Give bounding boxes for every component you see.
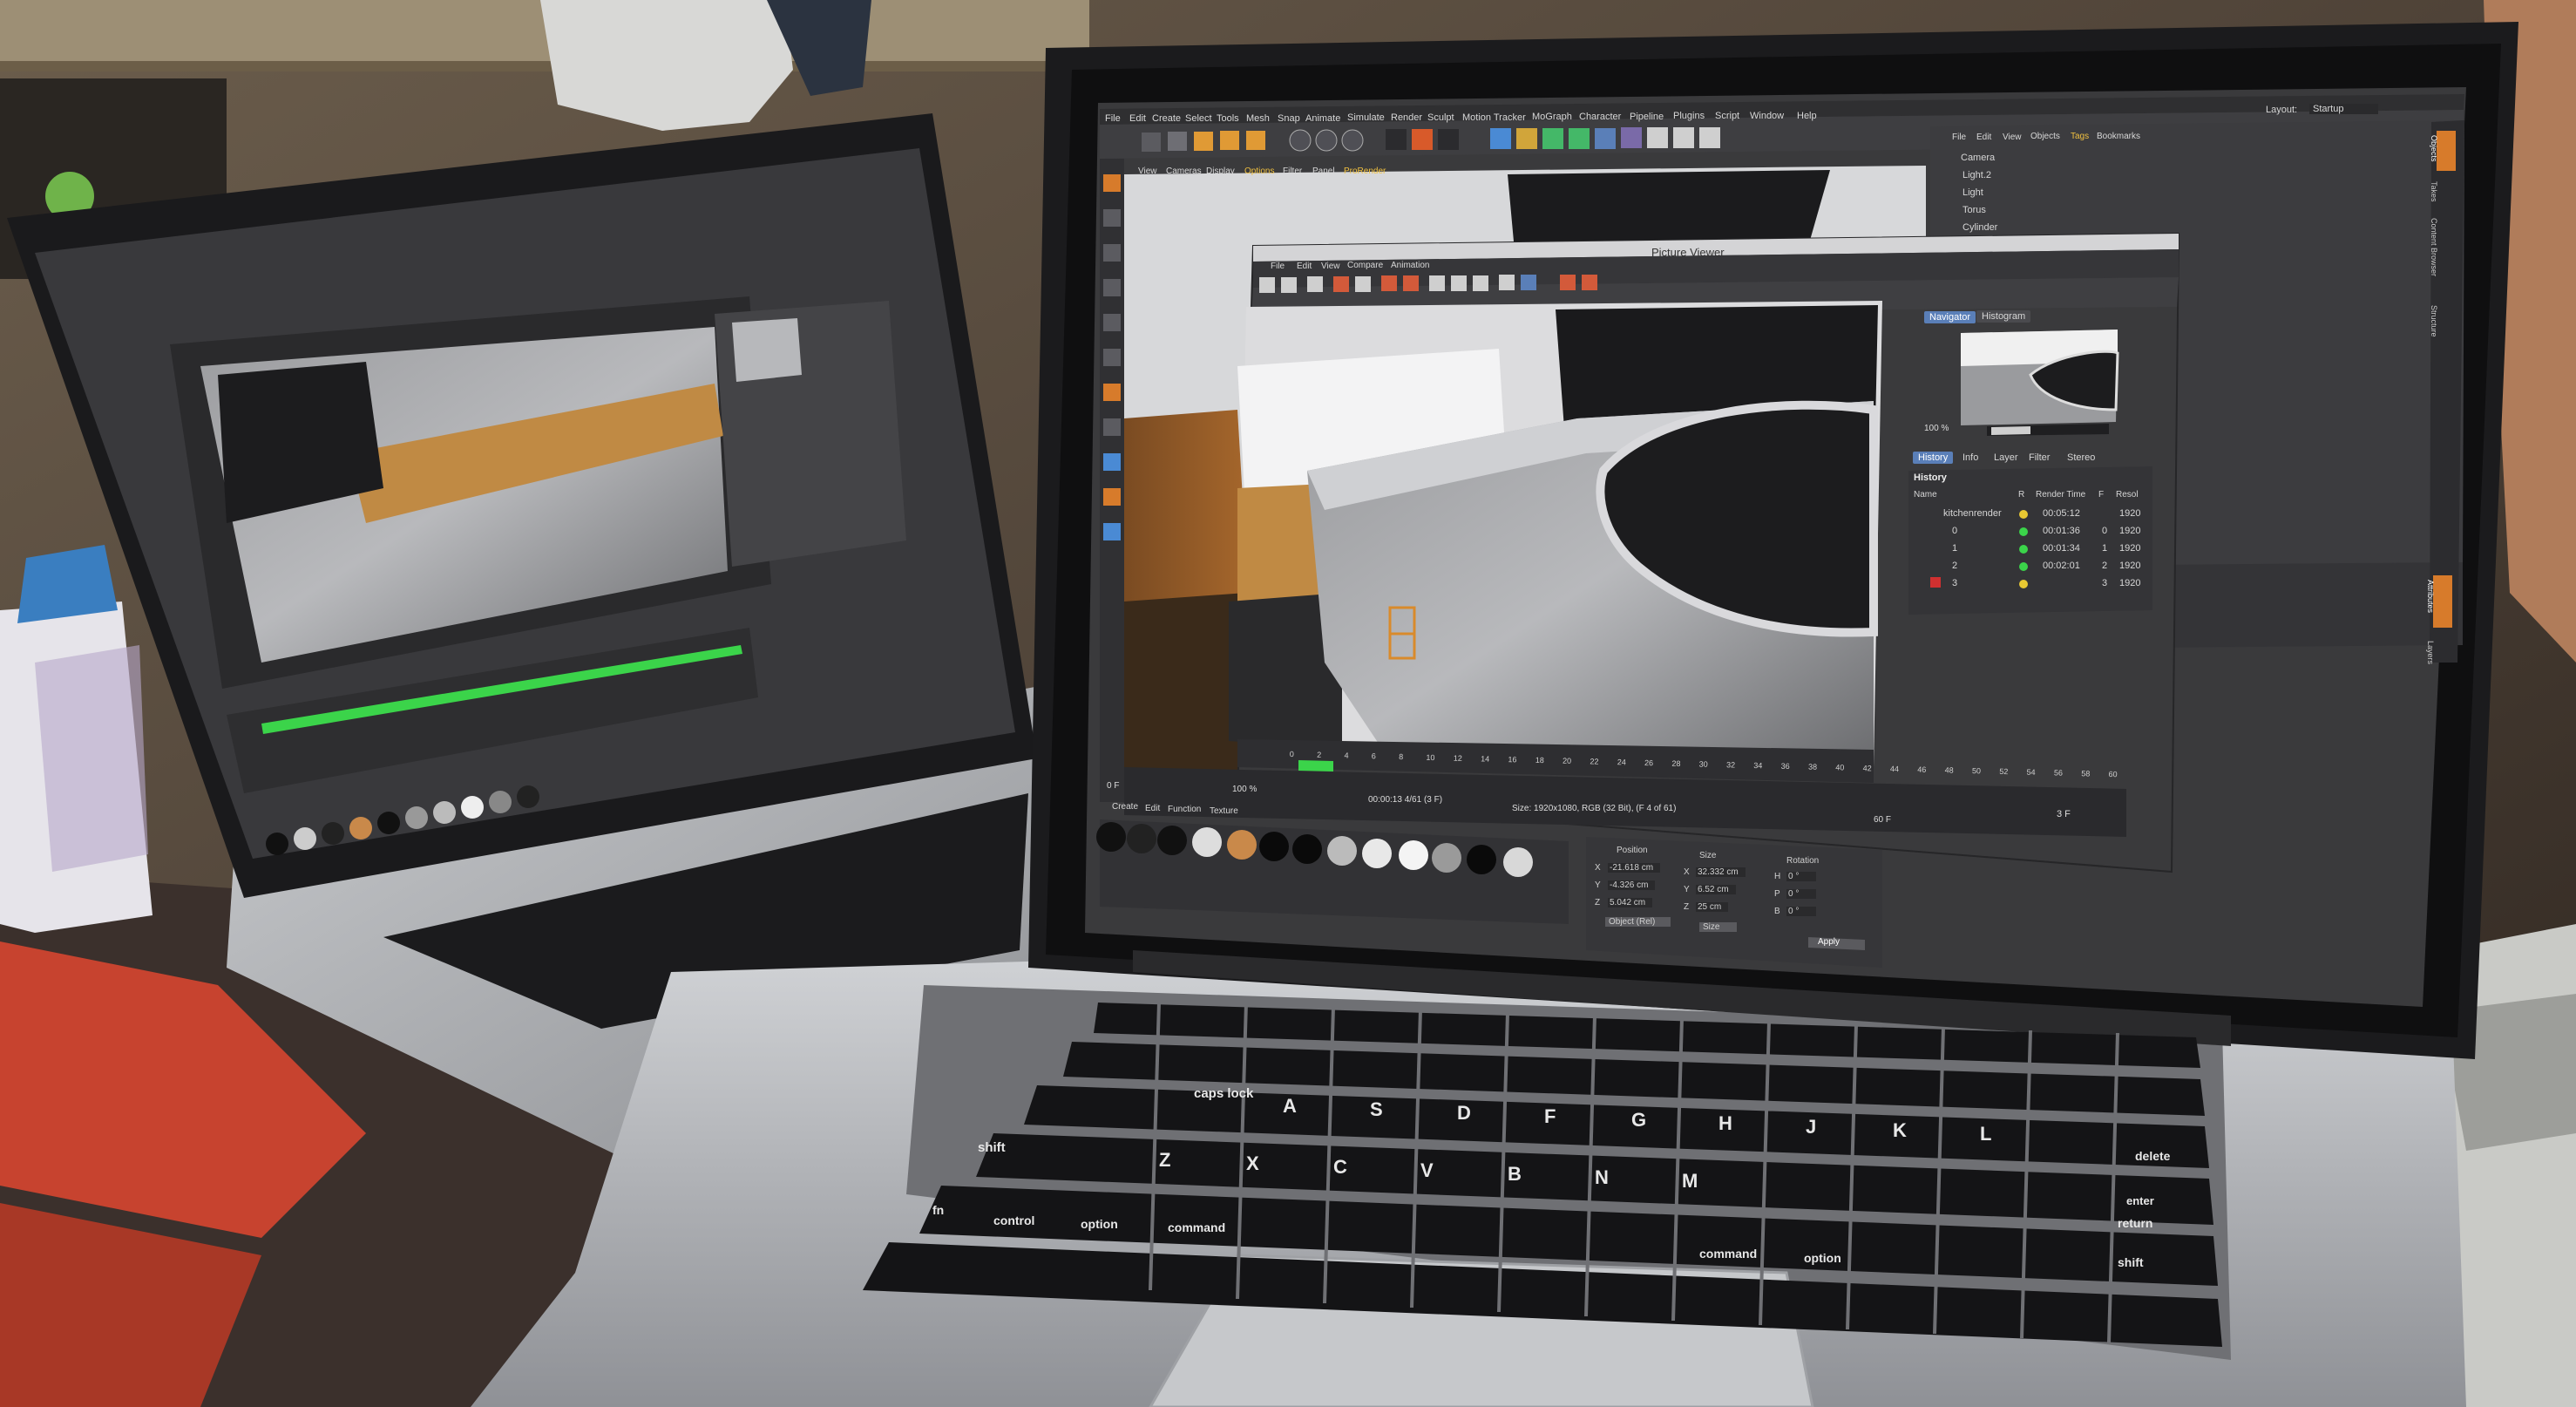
key-j[interactable]: J [1806, 1116, 1816, 1139]
key-caps-lock[interactable]: caps lock [1194, 1086, 1253, 1101]
key-command-left[interactable]: command [1168, 1220, 1225, 1234]
key-x[interactable]: X [1246, 1152, 1259, 1175]
key-v[interactable]: V [1420, 1159, 1434, 1182]
key-option-left[interactable]: option [1081, 1217, 1118, 1231]
key-n[interactable]: N [1595, 1166, 1609, 1189]
key-s[interactable]: S [1370, 1098, 1383, 1121]
key-c[interactable]: C [1333, 1156, 1347, 1179]
key-command-right[interactable]: command [1699, 1247, 1757, 1261]
key-h[interactable]: H [1718, 1112, 1732, 1135]
keyboard-keys [863, 1002, 2222, 1347]
key-control[interactable]: control [993, 1213, 1034, 1227]
key-option-right[interactable]: option [1804, 1251, 1841, 1265]
key-k[interactable]: K [1893, 1119, 1907, 1142]
key-z[interactable]: Z [1159, 1149, 1170, 1172]
key-enter[interactable]: enter [2126, 1194, 2154, 1207]
key-fn[interactable]: fn [932, 1203, 944, 1217]
key-shift-left[interactable]: shift [978, 1140, 1006, 1155]
key-f[interactable]: F [1544, 1105, 1556, 1128]
key-g[interactable]: G [1631, 1109, 1646, 1132]
key-delete[interactable]: delete [2135, 1149, 2170, 1163]
photo-scene: File Edit Create Select Tools Mesh Snap … [0, 0, 2576, 1407]
key-b[interactable]: B [1508, 1163, 1522, 1186]
key-d[interactable]: D [1457, 1102, 1471, 1125]
key-l[interactable]: L [1980, 1123, 1991, 1145]
key-a[interactable]: A [1283, 1095, 1297, 1118]
key-return[interactable]: return [2118, 1216, 2152, 1230]
key-shift-right[interactable]: shift [2118, 1255, 2144, 1269]
keyboard: caps lock A S D F G H J K L shift Z X C … [0, 0, 2576, 1407]
key-m[interactable]: M [1682, 1170, 1698, 1193]
